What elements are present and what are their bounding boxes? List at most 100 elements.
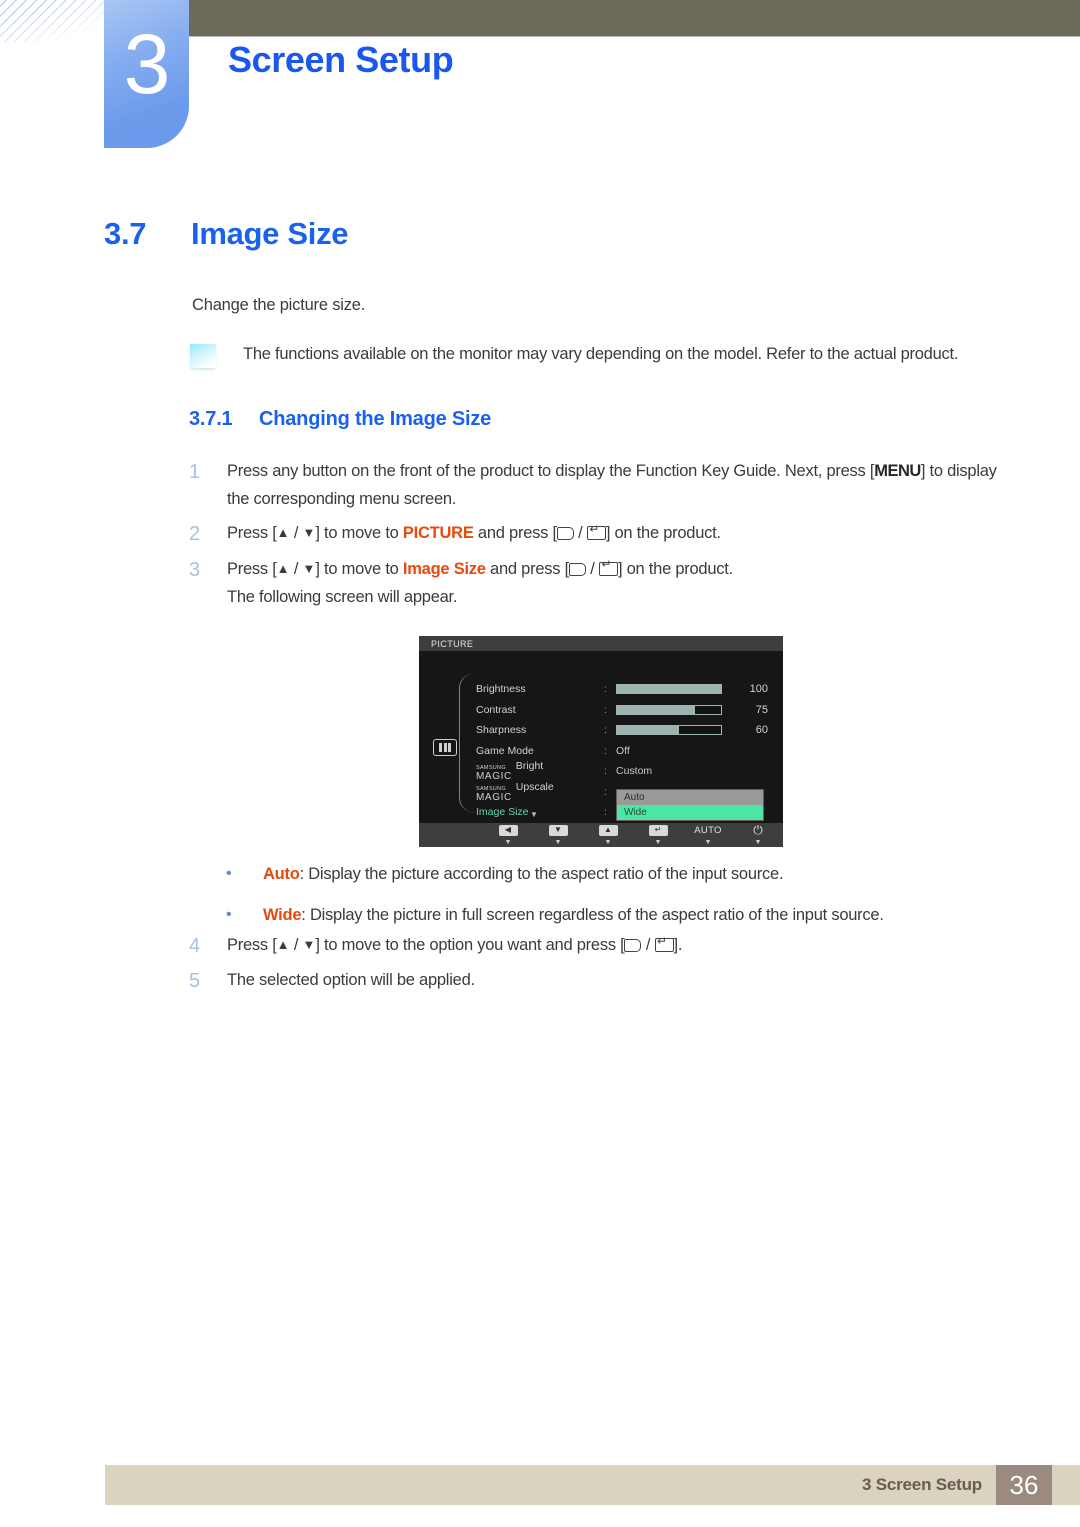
arrow-glyph: ▼ bbox=[302, 560, 316, 576]
step-text: ] to move to bbox=[315, 559, 403, 578]
section-heading: 3.7 Image Size bbox=[104, 216, 349, 252]
arrow-glyph: ▲ bbox=[276, 560, 290, 576]
osd-slider-value: 60 bbox=[755, 724, 768, 737]
osd-slider[interactable] bbox=[616, 704, 722, 715]
osd-menu-screenshot: PICTURE Brightness: 100 Contrast: 75 Sharpne… bbox=[419, 636, 783, 847]
picture-bars-icon bbox=[433, 739, 457, 756]
osd-row-label: Image Size bbox=[476, 806, 529, 819]
back-key-icon bbox=[556, 527, 574, 541]
bullet-description: : Display the picture according to the a… bbox=[299, 865, 784, 883]
note-block: The functions available on the monitor m… bbox=[190, 343, 1000, 368]
step-body: Press [▲ / ▼] to move to the option you … bbox=[227, 932, 682, 960]
osd-row-value: Custom bbox=[616, 765, 653, 778]
down-arrow-button[interactable]: ▼ ▼ bbox=[541, 824, 575, 846]
enter-button-icon: ↵ bbox=[648, 824, 668, 836]
step-text: Press any button on the front of the pro… bbox=[227, 462, 875, 480]
step-text: ] on the product. bbox=[605, 524, 721, 543]
left-arrow-button[interactable]: ◀ ▼ bbox=[491, 824, 525, 846]
enter-key-icon bbox=[654, 935, 674, 952]
step-body: Press [▲ / ▼] to move to PICTURE and pre… bbox=[227, 520, 721, 548]
step-item: 1 Press any button on the front of the pr… bbox=[189, 458, 1019, 513]
osd-submenu[interactable]: Auto Wide bbox=[616, 789, 764, 821]
osd-row-label: Contrast bbox=[476, 703, 516, 716]
arrow-glyph: ▲ bbox=[276, 937, 290, 952]
step-number: 4 bbox=[189, 935, 201, 957]
note-icon bbox=[190, 344, 216, 368]
caret-down-icon: ▼ bbox=[504, 838, 512, 846]
step-text: ]. bbox=[673, 936, 683, 954]
osd-title: PICTURE bbox=[431, 638, 474, 649]
bullet-text: Auto: Display the picture according to t… bbox=[263, 864, 784, 885]
down-arrow-button-icon: ▼ bbox=[548, 824, 568, 836]
arrow-glyph: ▲ bbox=[276, 525, 290, 541]
osd-menu-row[interactable]: SAMSUNG MAGIC Bright: Custom bbox=[476, 760, 776, 782]
subsection-title: Changing the Image Size bbox=[259, 408, 492, 430]
osd-menu-row[interactable]: Sharpness: 60 bbox=[476, 720, 776, 741]
caret-down-icon: ▼ bbox=[604, 838, 612, 846]
step-text: Press [ bbox=[227, 524, 277, 543]
osd-menu-row[interactable]: Game Mode: Off bbox=[476, 741, 776, 762]
chapter-number-tab: 3 bbox=[104, 0, 189, 148]
section-intro-text: Change the picture size. bbox=[192, 296, 366, 314]
osd-toolbar: ◀ ▼ ▼ ▼ ▲ ▼ ↵ ▼ AUTO ▼ ⏻ ▼ bbox=[419, 823, 783, 847]
osd-row-value: Off bbox=[616, 744, 630, 757]
step-body: The selected option will be applied. bbox=[227, 967, 475, 995]
osd-menu-row[interactable]: Contrast: 75 bbox=[476, 700, 776, 721]
osd-submenu-item[interactable]: Wide bbox=[617, 805, 763, 820]
step-body: Press any button on the front of the pro… bbox=[227, 458, 1019, 513]
osd-row-label: SAMSUNG MAGIC Bright bbox=[476, 760, 604, 782]
subsection-number: 3.7.1 bbox=[189, 408, 233, 430]
back-key-icon bbox=[568, 562, 586, 576]
enter-button[interactable]: ↵ ▼ bbox=[641, 824, 675, 846]
bullet-description: : Display the picture in full screen reg… bbox=[301, 906, 884, 925]
step-number: 2 bbox=[189, 523, 201, 546]
step-item: 3 Press [▲ / ▼] to move to Image Size and… bbox=[189, 556, 1019, 611]
footer-chapter-label: 3 Screen Setup bbox=[861, 1475, 982, 1494]
osd-row-colon: : bbox=[604, 703, 607, 716]
step-text: / bbox=[289, 559, 303, 578]
power-button[interactable]: ⏻ ▼ bbox=[741, 824, 775, 846]
osd-slider[interactable] bbox=[616, 725, 722, 736]
osd-body: Brightness: 100 Contrast: 75 Sharpness: 60 Gam… bbox=[419, 651, 783, 823]
caret-down-icon: ▼ bbox=[654, 838, 662, 846]
osd-row-colon: : bbox=[604, 724, 607, 737]
osd-row-colon: : bbox=[604, 744, 607, 757]
header-olive-bar bbox=[189, 0, 1080, 37]
bullet-term: Auto bbox=[263, 865, 300, 883]
key-label: MENU bbox=[874, 462, 921, 480]
bullet-text: Wide: Display the picture in full screen… bbox=[263, 905, 884, 926]
left-arrow-button-icon: ◀ bbox=[498, 824, 518, 836]
footer-page-number: 36 bbox=[996, 1465, 1052, 1505]
osd-slider-value: 100 bbox=[749, 683, 768, 696]
section-number: 3.7 bbox=[104, 216, 147, 251]
up-arrow-button[interactable]: ▲ ▼ bbox=[591, 824, 625, 846]
enter-key-icon bbox=[598, 558, 618, 576]
osd-row-label-suffix: Bright bbox=[515, 760, 544, 773]
osd-more-indicator: ▼ bbox=[530, 810, 538, 819]
step-text: / bbox=[585, 559, 599, 578]
keyword-highlight: Image Size bbox=[402, 559, 486, 578]
step-number: 5 bbox=[189, 970, 201, 993]
step-text: / bbox=[573, 524, 587, 543]
auto-button[interactable]: AUTO ▼ bbox=[691, 825, 725, 846]
osd-slider[interactable] bbox=[616, 684, 722, 695]
osd-submenu-item[interactable]: Auto bbox=[617, 790, 763, 805]
step-item: 2 Press [▲ / ▼] to move to PICTURE and pr… bbox=[189, 520, 1019, 548]
note-text: The functions available on the monitor m… bbox=[243, 345, 959, 363]
osd-row-label: Brightness bbox=[476, 683, 526, 696]
osd-row-colon: : bbox=[604, 765, 607, 778]
section-title: Image Size bbox=[191, 216, 349, 251]
decorative-hatch-pattern bbox=[0, 0, 104, 42]
caret-down-icon: ▼ bbox=[754, 838, 762, 846]
auto-button-label: AUTO bbox=[694, 824, 722, 836]
osd-row-label-suffix: Upscale bbox=[515, 780, 554, 793]
step-text: / bbox=[641, 936, 655, 954]
osd-menu-row[interactable]: Brightness: 100 bbox=[476, 679, 776, 700]
step-text: Press [ bbox=[227, 936, 277, 954]
osd-row-label: SAMSUNG MAGIC Upscale bbox=[476, 781, 604, 803]
up-arrow-button-icon: ▲ bbox=[598, 824, 618, 836]
back-key-icon bbox=[624, 939, 642, 952]
osd-row-colon: : bbox=[604, 785, 607, 798]
osd-row-label: Sharpness bbox=[476, 724, 527, 737]
step-text: ] on the product. bbox=[617, 559, 733, 578]
